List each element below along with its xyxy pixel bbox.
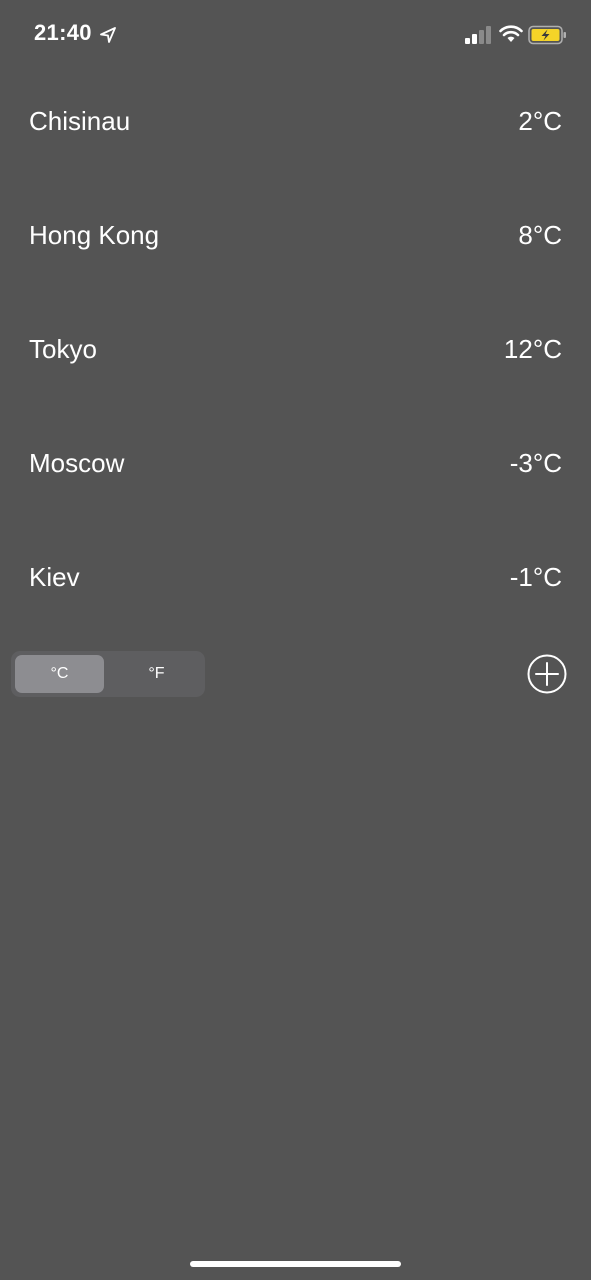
city-name: Hong Kong <box>29 220 160 250</box>
city-temperature: 8°C <box>518 220 562 250</box>
add-city-button[interactable] <box>527 654 567 694</box>
cellular-signal-icon <box>465 26 491 44</box>
home-indicator[interactable] <box>190 1261 401 1267</box>
city-row-tokyo[interactable]: Tokyo 12°C <box>0 292 591 406</box>
city-row-kiev[interactable]: Kiev -1°C <box>0 520 591 634</box>
fahrenheit-option[interactable]: °F <box>112 655 201 693</box>
city-name: Chisinau <box>29 106 131 136</box>
city-row-moscow[interactable]: Moscow -3°C <box>0 406 591 520</box>
status-time: 21:40 <box>34 20 92 45</box>
unit-segmented-control: °C °F <box>11 651 205 697</box>
plus-circle-icon <box>527 654 567 694</box>
city-row-chisinau[interactable]: Chisinau 2°C <box>0 64 591 178</box>
city-name: Tokyo <box>29 334 97 364</box>
city-name: Kiev <box>29 562 80 592</box>
battery-charging-icon <box>528 25 566 45</box>
city-temperature: -1°C <box>509 562 562 592</box>
weather-screen: 21:40 Chisinau 2°C Hong Kong 8°C Tokyo 1… <box>0 0 591 1280</box>
location-arrow-icon <box>100 27 116 43</box>
city-name: Moscow <box>29 448 125 478</box>
city-temperature: -3°C <box>509 448 562 478</box>
city-row-hong-kong[interactable]: Hong Kong 8°C <box>0 178 591 292</box>
wifi-icon <box>499 25 523 42</box>
status-bar: 21:40 <box>0 0 591 70</box>
city-temperature: 2°C <box>518 106 562 136</box>
celsius-option[interactable]: °C <box>15 655 104 693</box>
city-list: Chisinau 2°C Hong Kong 8°C Tokyo 12°C Mo… <box>0 64 591 634</box>
city-temperature: 12°C <box>503 334 562 364</box>
